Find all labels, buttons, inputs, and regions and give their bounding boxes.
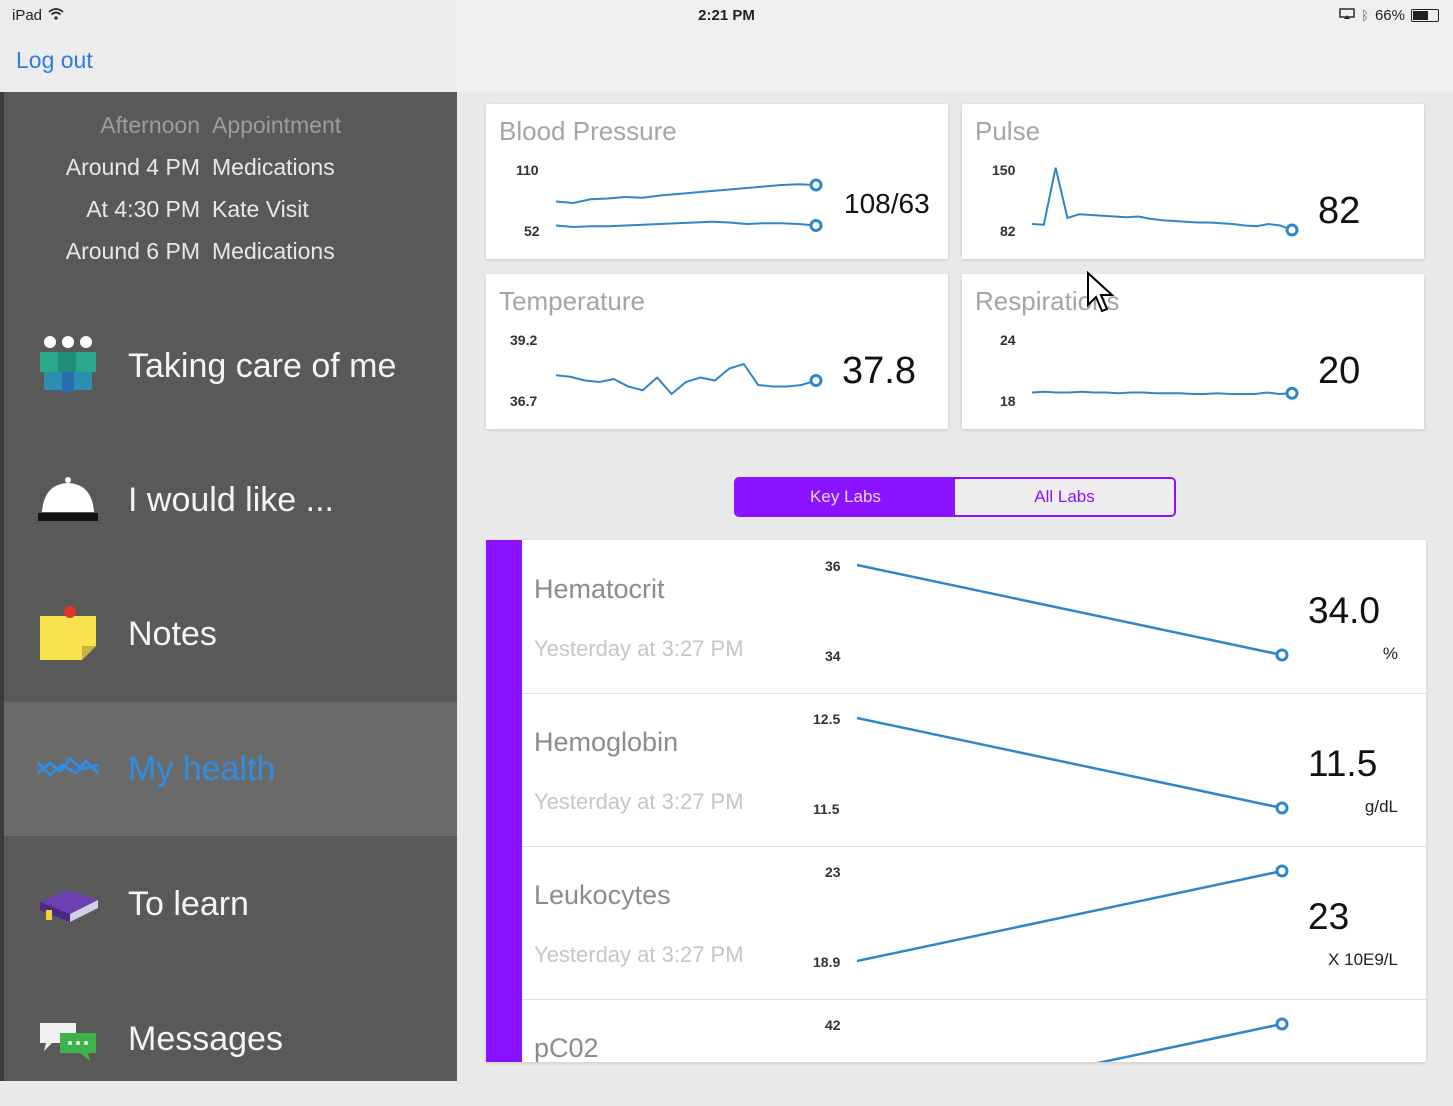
battery-icon (1411, 9, 1439, 22)
nav-label: Taking care of me (128, 346, 397, 385)
sticky-note-icon (36, 602, 100, 666)
nav-label: To learn (128, 884, 249, 923)
key-labs-tab[interactable]: Key Labs (736, 479, 955, 515)
vital-card-respirations[interactable]: Respirations 24 18 20 (962, 274, 1424, 429)
vital-value: 108/63 (844, 188, 930, 219)
vital-sparkline (555, 178, 823, 232)
vital-value: 37.8 (842, 350, 916, 392)
care-team-icon (36, 334, 100, 398)
schedule-list: Afternoon Appointment Around 4 PM Medica… (4, 104, 461, 272)
schedule-item[interactable]: Around 6 PM Medications (4, 230, 461, 272)
service-bell-icon (36, 468, 100, 532)
airplay-icon (1339, 7, 1355, 24)
lab-row-hemoglobin[interactable]: Hemoglobin Yesterday at 3:27 PM 12.5 11.… (522, 693, 1426, 847)
labs-accent-bar (486, 540, 522, 1062)
lab-row-pco2[interactable]: pC02 42 (522, 999, 1426, 1062)
mouse-cursor-icon (1087, 271, 1115, 313)
vital-series-line (555, 220, 817, 229)
vital-series-line (1031, 390, 1293, 396)
logout-button[interactable]: Log out (16, 47, 93, 74)
vital-latest-point (1285, 386, 1299, 400)
lab-trend-line (856, 864, 1289, 963)
book-icon (36, 872, 100, 936)
schedule-item[interactable]: At 4:30 PM Kate Visit (4, 188, 461, 230)
nav-label: Notes (128, 614, 217, 653)
nav-item-messages[interactable]: Messages (4, 972, 457, 1106)
vital-value: 20 (1318, 350, 1361, 392)
nav-item-to-learn[interactable]: To learn (4, 837, 457, 971)
nav-label: Messages (128, 1019, 283, 1058)
status-time: 2:21 PM (698, 7, 755, 24)
labs-list: Hematocrit Yesterday at 3:27 PM 36 34 34… (486, 540, 1426, 1062)
lab-latest-point (1275, 864, 1289, 878)
main-content: Blood Pressure 110 52 108/63 Pulse 150 8… (457, 92, 1453, 1081)
vital-latest-point (1285, 223, 1299, 237)
nav-item-my-health[interactable]: My health (4, 702, 457, 836)
schedule-time: At 4:30 PM (86, 195, 200, 222)
lab-latest-point (1275, 648, 1289, 662)
vital-value: 82 (1318, 190, 1361, 232)
vital-sparkline (1031, 167, 1299, 237)
lab-value: 11.5 (1308, 743, 1378, 784)
schedule-header: Afternoon Appointment (4, 104, 461, 146)
lab-latest-point (1275, 1017, 1289, 1031)
nav-item-notes[interactable]: Notes (4, 567, 457, 701)
vital-card-blood-pressure[interactable]: Blood Pressure 110 52 108/63 (486, 104, 948, 259)
schedule-what: Kate Visit (212, 195, 309, 222)
vital-series-line (555, 362, 817, 396)
nav-label: My health (128, 749, 276, 788)
lab-latest-point (1275, 801, 1289, 815)
lab-unit: g/dL (1364, 797, 1398, 816)
vital-series-line (555, 183, 817, 205)
lab-value: 34.0 (1308, 590, 1381, 631)
lab-trend-line (1096, 1017, 1289, 1062)
schedule-what: Medications (212, 153, 335, 180)
sidebar: Afternoon Appointment Around 4 PM Medica… (0, 92, 457, 1081)
lab-series-line (856, 716, 1283, 810)
lab-value: 23 (1308, 896, 1350, 937)
battery-percent: 66% (1374, 7, 1405, 24)
schedule-header-what: Appointment (212, 111, 342, 138)
schedule-time: Around 4 PM (65, 153, 200, 180)
lab-series-line (1096, 1022, 1283, 1062)
chat-bubbles-icon (36, 1007, 100, 1071)
vital-latest-point (809, 219, 823, 232)
nav-label: I would like ... (128, 480, 334, 519)
nav-item-taking-care-of-me[interactable]: Taking care of me (4, 299, 457, 433)
lab-series-line (856, 563, 1283, 657)
nav-item-i-would-like[interactable]: I would like ... (4, 433, 457, 567)
health-chart-icon (36, 737, 100, 801)
lab-row-hematocrit[interactable]: Hematocrit Yesterday at 3:27 PM 36 34 34… (522, 540, 1426, 694)
schedule-item[interactable]: Around 4 PM Medications (4, 146, 461, 188)
vital-latest-point (809, 374, 823, 387)
vital-card-pulse[interactable]: Pulse 150 82 82 (962, 104, 1424, 259)
lab-unit: X 10E9/L (1328, 950, 1398, 969)
lab-trend-line (856, 563, 1289, 662)
vital-series-line (1031, 167, 1293, 231)
status-bar: iPad 2:21 PM ᛒ 66% (0, 0, 1453, 32)
lab-row-leukocytes[interactable]: Leukocytes Yesterday at 3:27 PM 23 18.9 … (522, 846, 1426, 1000)
schedule-what: Medications (212, 237, 335, 264)
labs-toggle[interactable]: Key Labs All Labs (734, 477, 1176, 517)
vital-latest-point (809, 178, 823, 192)
schedule-header-time: Afternoon (100, 111, 200, 138)
lab-series-line (856, 869, 1283, 963)
all-labs-tab[interactable]: All Labs (955, 479, 1174, 515)
bluetooth-icon: ᛒ (1361, 8, 1369, 23)
lab-unit: % (1382, 644, 1398, 663)
schedule-time: Around 6 PM (65, 237, 200, 264)
lab-trend-line (856, 716, 1289, 815)
vital-card-temperature[interactable]: Temperature 39.2 36.7 37.8 (486, 274, 948, 429)
